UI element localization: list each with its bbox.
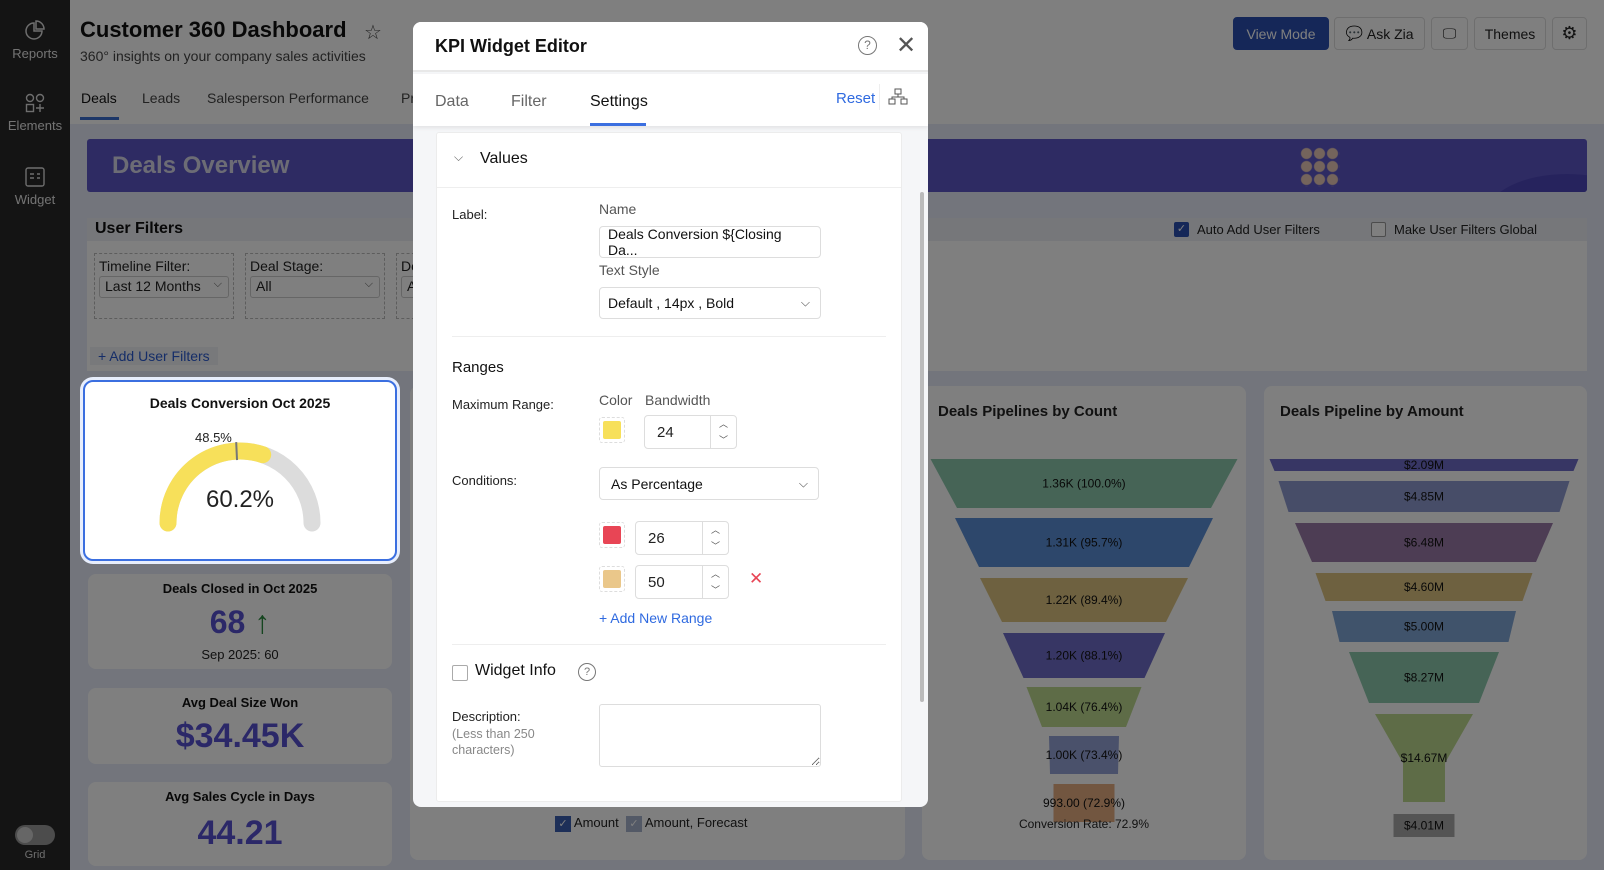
chevron-down-icon: ⌵ xyxy=(798,476,808,490)
conditions-select[interactable]: As Percentage ⌵ xyxy=(599,467,819,500)
tab-filter[interactable]: Filter xyxy=(511,93,547,111)
name-input[interactable]: Deals Conversion ${Closing Da... xyxy=(599,226,821,258)
divider xyxy=(437,187,901,188)
label-label: Label: xyxy=(452,207,488,222)
divider xyxy=(879,84,880,110)
text-style-label: Text Style xyxy=(599,262,660,278)
conditions-label: Conditions: xyxy=(452,473,518,488)
name-label: Name xyxy=(599,201,637,217)
condition-color-swatch[interactable] xyxy=(599,566,625,592)
close-icon[interactable]: ✕ xyxy=(896,31,916,60)
values-section-header[interactable]: Values xyxy=(480,150,528,168)
gauge-target-marker xyxy=(235,442,239,461)
bandwidth-label: Bandwidth xyxy=(645,392,711,408)
kpi-title: Deals Conversion Oct 2025 xyxy=(149,395,331,411)
widget-info-label: Widget Info xyxy=(475,662,556,679)
active-tab-indicator xyxy=(590,123,646,126)
description-label: Description: xyxy=(452,709,521,724)
condition-value-stepper[interactable]: 50 ︿ ﹀ xyxy=(635,565,729,599)
chevron-down-icon[interactable]: ⌵ xyxy=(454,150,463,165)
maximum-range-label: Maximum Range: xyxy=(452,397,554,412)
color-label: Color xyxy=(599,392,633,408)
add-new-range-link[interactable]: + Add New Range xyxy=(599,610,712,626)
help-icon[interactable]: ? xyxy=(578,663,596,681)
kpi-deals-conversion-selected[interactable]: Deals Conversion Oct 2025 48.5% 60.2% xyxy=(83,380,397,561)
widget-info-checkbox[interactable] xyxy=(452,665,468,681)
stepper-arrows-icon: ︿ ﹀ xyxy=(702,522,728,554)
help-icon[interactable]: ? xyxy=(858,36,877,55)
tab-settings[interactable]: Settings xyxy=(590,93,648,111)
dialog-header: KPI Widget Editor ? ✕ xyxy=(413,22,928,72)
kpi-widget-editor-dialog: KPI Widget Editor ? ✕ Data Filter Settin… xyxy=(413,22,928,807)
stepper-arrows-icon: ︿ ﹀ xyxy=(702,566,728,598)
description-textarea[interactable] xyxy=(599,704,821,767)
gauge-value: 60.2% xyxy=(205,486,275,513)
condition-value-stepper[interactable]: 26 ︿ ﹀ xyxy=(635,521,729,555)
settings-panel: ⌵ Values Label: Name Deals Conversion ${… xyxy=(436,132,902,802)
divider xyxy=(452,644,886,645)
bandwidth-stepper[interactable]: 24 ︿ ﹀ xyxy=(644,415,737,449)
scrollbar[interactable] xyxy=(920,192,924,702)
chevron-down-icon: ⌵ xyxy=(800,295,810,310)
remove-range-icon[interactable]: ✕ xyxy=(749,569,763,589)
ranges-heading: Ranges xyxy=(452,359,504,376)
description-hint: (Less than 250 characters) xyxy=(452,727,535,757)
reset-button[interactable]: Reset xyxy=(836,90,875,107)
hierarchy-icon[interactable] xyxy=(888,88,908,106)
dialog-tabs: Data Filter Settings Reset xyxy=(413,74,928,126)
divider xyxy=(452,336,886,337)
stepper-arrows-icon: ︿ ﹀ xyxy=(710,416,736,448)
gauge-target-label: 48.5% xyxy=(195,430,232,445)
condition-color-swatch[interactable] xyxy=(599,522,625,548)
text-style-select[interactable]: Default , 14px , Bold ⌵ xyxy=(599,287,821,319)
tab-data[interactable]: Data xyxy=(435,93,469,111)
max-range-color-swatch[interactable] xyxy=(599,417,625,443)
dialog-title: KPI Widget Editor xyxy=(435,36,587,56)
